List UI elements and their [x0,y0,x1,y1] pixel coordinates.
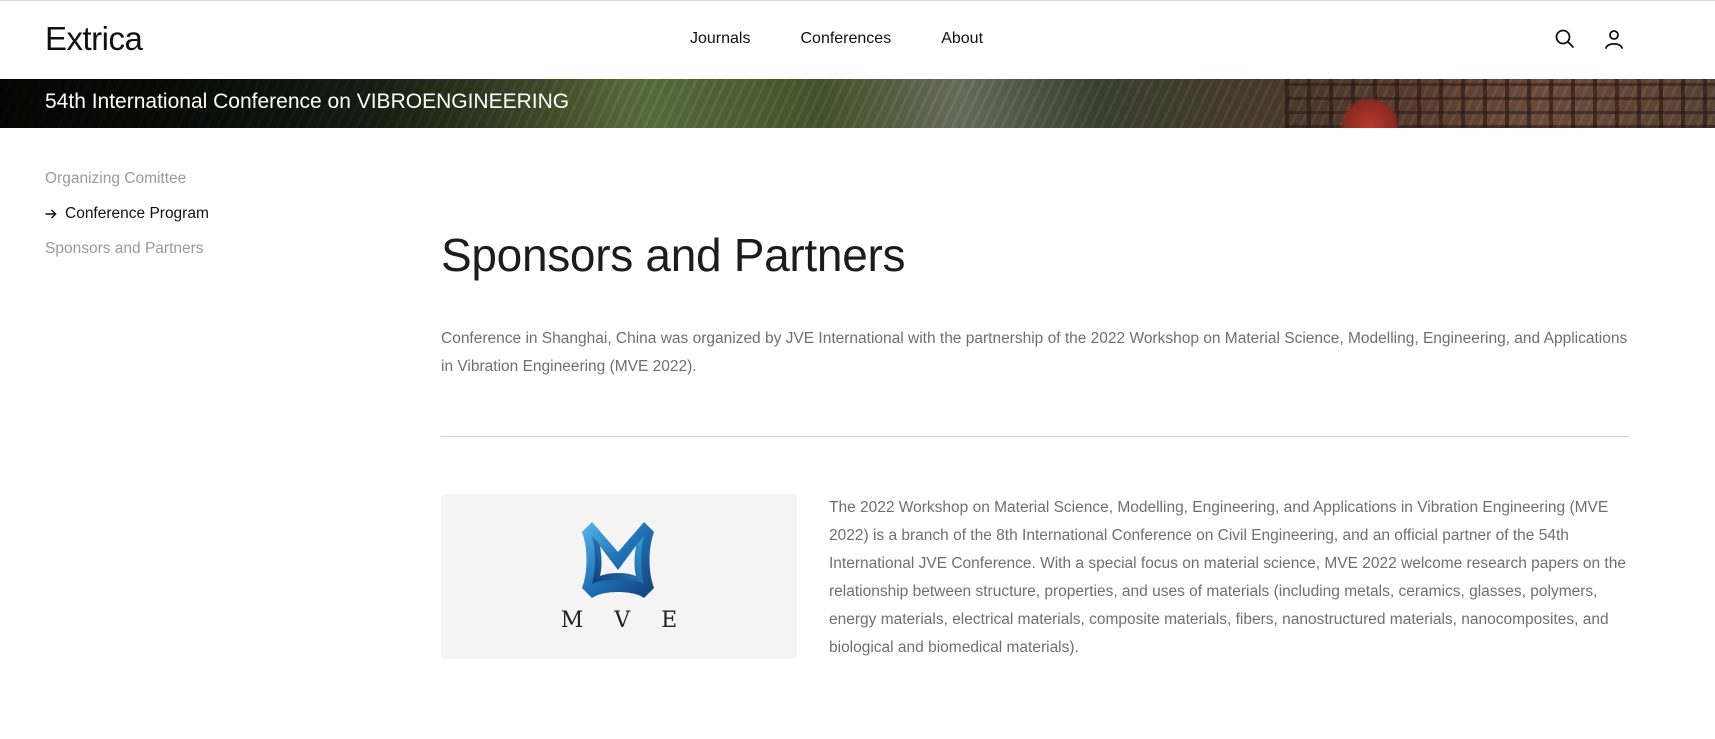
conference-title: 54th International Conference on VIBROEN… [45,90,570,113]
nav-journals[interactable]: Journals [690,30,750,48]
site-header: Extrica Journals Conferences About [0,1,1715,79]
mve-logo-text: M V E [560,608,690,633]
user-icon[interactable] [1603,28,1625,50]
sidebar-item-label: Sponsors and Partners [45,239,204,257]
partner-description: The 2022 Workshop on Material Science, M… [829,499,1626,656]
partner-logo[interactable]: M V E [441,494,797,659]
section-divider [441,436,1629,437]
intro-paragraph: Conference in Shanghai, China was organi… [441,330,1628,375]
main-content: Sponsors and Partners Conference in Shan… [441,226,1629,659]
sidebar-item-organizing-committee[interactable]: Organizing Comittee [45,161,345,196]
nav-conferences[interactable]: Conferences [800,30,891,48]
search-icon[interactable] [1554,28,1576,50]
main-nav: Journals Conferences About [690,30,1033,48]
arrow-right-icon [45,208,57,219]
sidebar-item-conference-program[interactable]: Conference Program [45,196,345,231]
mve-logo-icon [582,522,654,598]
conference-banner: 54th International Conference on VIBROEN… [0,79,1715,128]
sidebar-item-sponsors-partners[interactable]: Sponsors and Partners [45,231,345,266]
nav-about[interactable]: About [941,30,983,48]
page-title: Sponsors and Partners [441,229,906,281]
sidebar: Organizing Comittee Conference Program S… [45,161,345,266]
sidebar-item-label: Organizing Comittee [45,169,187,187]
site-logo[interactable]: Extrica [45,20,143,58]
sidebar-item-label: Conference Program [65,204,209,222]
